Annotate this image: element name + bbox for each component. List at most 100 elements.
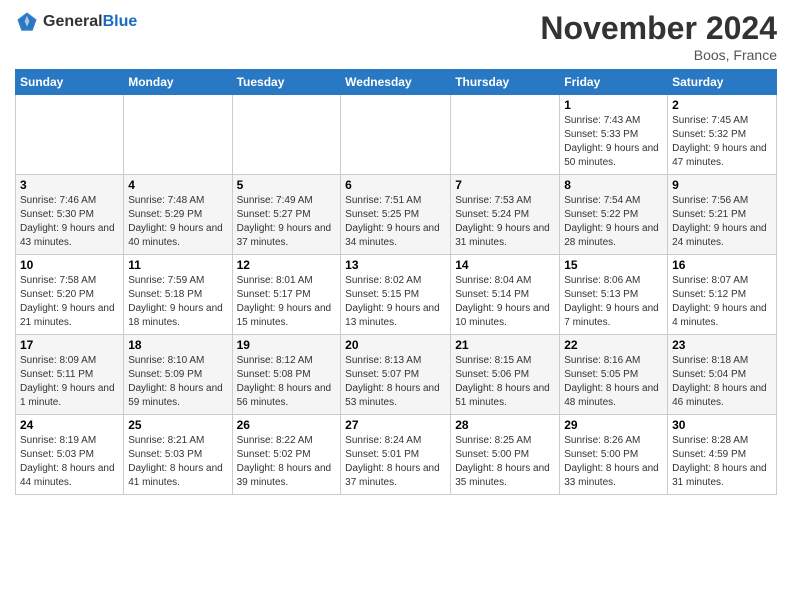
calendar-cell: 22 Sunrise: 8:16 AMSunset: 5:05 PMDayligh…: [560, 335, 668, 415]
calendar-cell: 10Sunrise: 7:58 AMSunset: 5:20 PMDayligh…: [16, 255, 124, 335]
day-number: 4: [128, 178, 227, 192]
calendar-week-row: 3Sunrise: 7:46 AMSunset: 5:30 PMDaylight…: [16, 175, 777, 255]
day-number: 6: [345, 178, 446, 192]
calendar-cell: [232, 95, 341, 175]
calendar-cell: 8 Sunrise: 7:54 AMSunset: 5:22 PMDaylight…: [560, 175, 668, 255]
calendar-cell: 13 Sunrise: 8:02 AMSunset: 5:15 PMDayligh…: [341, 255, 451, 335]
day-info: Sunrise: 8:28 AMSunset: 4:59 PMDaylight:…: [672, 434, 772, 490]
day-number: 5: [237, 178, 337, 192]
day-info: Sunrise: 8:02 AMSunset: 5:15 PMDaylight:…: [345, 274, 446, 330]
calendar-cell: 9 Sunrise: 7:56 AMSunset: 5:21 PMDaylight…: [668, 175, 777, 255]
logo: GeneralBlue: [15, 10, 137, 34]
day-number: 7: [455, 178, 555, 192]
calendar-cell: 2 Sunrise: 7:45 AMSunset: 5:32 PMDaylight…: [668, 95, 777, 175]
day-number: 11: [128, 258, 227, 272]
day-info: Sunrise: 8:22 AMSunset: 5:02 PMDaylight:…: [237, 434, 337, 490]
day-number: 16: [672, 258, 772, 272]
day-info: Sunrise: 7:54 AMSunset: 5:22 PMDaylight:…: [564, 194, 663, 250]
calendar-week-row: 24 Sunrise: 8:19 AMSunset: 5:03 PMDayligh…: [16, 415, 777, 495]
day-number: 3: [20, 178, 119, 192]
day-number: 25: [128, 418, 227, 432]
logo-text: GeneralBlue: [43, 13, 137, 31]
day-info: Sunrise: 8:15 AMSunset: 5:06 PMDaylight:…: [455, 354, 555, 410]
day-number: 21: [455, 338, 555, 352]
weekday-header: Wednesday: [341, 70, 451, 95]
day-info: Sunrise: 7:53 AMSunset: 5:24 PMDaylight:…: [455, 194, 555, 250]
logo-blue: Blue: [103, 13, 138, 30]
weekday-header: Sunday: [16, 70, 124, 95]
calendar-week-row: 1Sunrise: 7:43 AMSunset: 5:33 PMDaylight…: [16, 95, 777, 175]
day-number: 23: [672, 338, 772, 352]
day-info: Sunrise: 8:26 AMSunset: 5:00 PMDaylight:…: [564, 434, 663, 490]
day-number: 19: [237, 338, 337, 352]
calendar-cell: 20 Sunrise: 8:13 AMSunset: 5:07 PMDayligh…: [341, 335, 451, 415]
day-info: Sunrise: 8:09 AMSunset: 5:11 PMDaylight:…: [20, 354, 119, 410]
calendar-cell: 17Sunrise: 8:09 AMSunset: 5:11 PMDayligh…: [16, 335, 124, 415]
day-info: Sunrise: 7:45 AMSunset: 5:32 PMDaylight:…: [672, 114, 772, 170]
calendar-week-row: 10Sunrise: 7:58 AMSunset: 5:20 PMDayligh…: [16, 255, 777, 335]
calendar-cell: 5Sunrise: 7:49 AMSunset: 5:27 PMDaylight…: [232, 175, 341, 255]
day-number: 22: [564, 338, 663, 352]
day-number: 18: [128, 338, 227, 352]
main-container: GeneralBlue November 2024 Boos, France S…: [0, 0, 792, 505]
day-info: Sunrise: 7:56 AMSunset: 5:21 PMDaylight:…: [672, 194, 772, 250]
calendar-cell: 23 Sunrise: 8:18 AMSunset: 5:04 PMDayligh…: [668, 335, 777, 415]
weekday-header: Saturday: [668, 70, 777, 95]
day-info: Sunrise: 7:48 AMSunset: 5:29 PMDaylight:…: [128, 194, 227, 250]
calendar-cell: 12Sunrise: 8:01 AMSunset: 5:17 PMDayligh…: [232, 255, 341, 335]
day-info: Sunrise: 8:07 AMSunset: 5:12 PMDaylight:…: [672, 274, 772, 330]
month-title: November 2024: [540, 10, 777, 47]
day-number: 8: [564, 178, 663, 192]
header: GeneralBlue November 2024 Boos, France: [15, 10, 777, 63]
calendar-cell: 1Sunrise: 7:43 AMSunset: 5:33 PMDaylight…: [560, 95, 668, 175]
day-number: 1: [564, 98, 663, 112]
day-info: Sunrise: 8:18 AMSunset: 5:04 PMDaylight:…: [672, 354, 772, 410]
day-number: 26: [237, 418, 337, 432]
day-info: Sunrise: 8:24 AMSunset: 5:01 PMDaylight:…: [345, 434, 446, 490]
calendar-table: SundayMondayTuesdayWednesdayThursdayFrid…: [15, 69, 777, 495]
calendar-cell: 7 Sunrise: 7:53 AMSunset: 5:24 PMDaylight…: [451, 175, 560, 255]
weekday-header: Monday: [124, 70, 232, 95]
calendar-cell: 11 Sunrise: 7:59 AMSunset: 5:18 PMDayligh…: [124, 255, 232, 335]
day-info: Sunrise: 8:06 AMSunset: 5:13 PMDaylight:…: [564, 274, 663, 330]
day-info: Sunrise: 8:21 AMSunset: 5:03 PMDaylight:…: [128, 434, 227, 490]
day-number: 29: [564, 418, 663, 432]
calendar-header-row: SundayMondayTuesdayWednesdayThursdayFrid…: [16, 70, 777, 95]
day-number: 20: [345, 338, 446, 352]
calendar-cell: [341, 95, 451, 175]
day-info: Sunrise: 7:58 AMSunset: 5:20 PMDaylight:…: [20, 274, 119, 330]
calendar-cell: 24 Sunrise: 8:19 AMSunset: 5:03 PMDayligh…: [16, 415, 124, 495]
logo-general: General: [43, 13, 103, 30]
calendar-cell: 14Sunrise: 8:04 AMSunset: 5:14 PMDayligh…: [451, 255, 560, 335]
day-info: Sunrise: 7:59 AMSunset: 5:18 PMDaylight:…: [128, 274, 227, 330]
weekday-header: Thursday: [451, 70, 560, 95]
day-info: Sunrise: 8:01 AMSunset: 5:17 PMDaylight:…: [237, 274, 337, 330]
day-info: Sunrise: 8:04 AMSunset: 5:14 PMDaylight:…: [455, 274, 555, 330]
day-number: 2: [672, 98, 772, 112]
day-info: Sunrise: 7:51 AMSunset: 5:25 PMDaylight:…: [345, 194, 446, 250]
weekday-header: Tuesday: [232, 70, 341, 95]
day-number: 30: [672, 418, 772, 432]
day-info: Sunrise: 8:16 AMSunset: 5:05 PMDaylight:…: [564, 354, 663, 410]
day-info: Sunrise: 8:13 AMSunset: 5:07 PMDaylight:…: [345, 354, 446, 410]
day-info: Sunrise: 8:25 AMSunset: 5:00 PMDaylight:…: [455, 434, 555, 490]
day-number: 24: [20, 418, 119, 432]
day-info: Sunrise: 8:19 AMSunset: 5:03 PMDaylight:…: [20, 434, 119, 490]
day-number: 27: [345, 418, 446, 432]
calendar-cell: 15Sunrise: 8:06 AMSunset: 5:13 PMDayligh…: [560, 255, 668, 335]
calendar-cell: 26 Sunrise: 8:22 AMSunset: 5:02 PMDayligh…: [232, 415, 341, 495]
day-number: 9: [672, 178, 772, 192]
calendar-cell: [451, 95, 560, 175]
day-number: 28: [455, 418, 555, 432]
calendar-cell: 30 Sunrise: 8:28 AMSunset: 4:59 PMDayligh…: [668, 415, 777, 495]
calendar-week-row: 17Sunrise: 8:09 AMSunset: 5:11 PMDayligh…: [16, 335, 777, 415]
calendar-cell: 3Sunrise: 7:46 AMSunset: 5:30 PMDaylight…: [16, 175, 124, 255]
calendar-cell: 27 Sunrise: 8:24 AMSunset: 5:01 PMDayligh…: [341, 415, 451, 495]
calendar-cell: [16, 95, 124, 175]
day-info: Sunrise: 8:12 AMSunset: 5:08 PMDaylight:…: [237, 354, 337, 410]
calendar-cell: [124, 95, 232, 175]
day-number: 13: [345, 258, 446, 272]
calendar-cell: 4 Sunrise: 7:48 AMSunset: 5:29 PMDaylight…: [124, 175, 232, 255]
day-info: Sunrise: 8:10 AMSunset: 5:09 PMDaylight:…: [128, 354, 227, 410]
calendar-cell: 6 Sunrise: 7:51 AMSunset: 5:25 PMDaylight…: [341, 175, 451, 255]
